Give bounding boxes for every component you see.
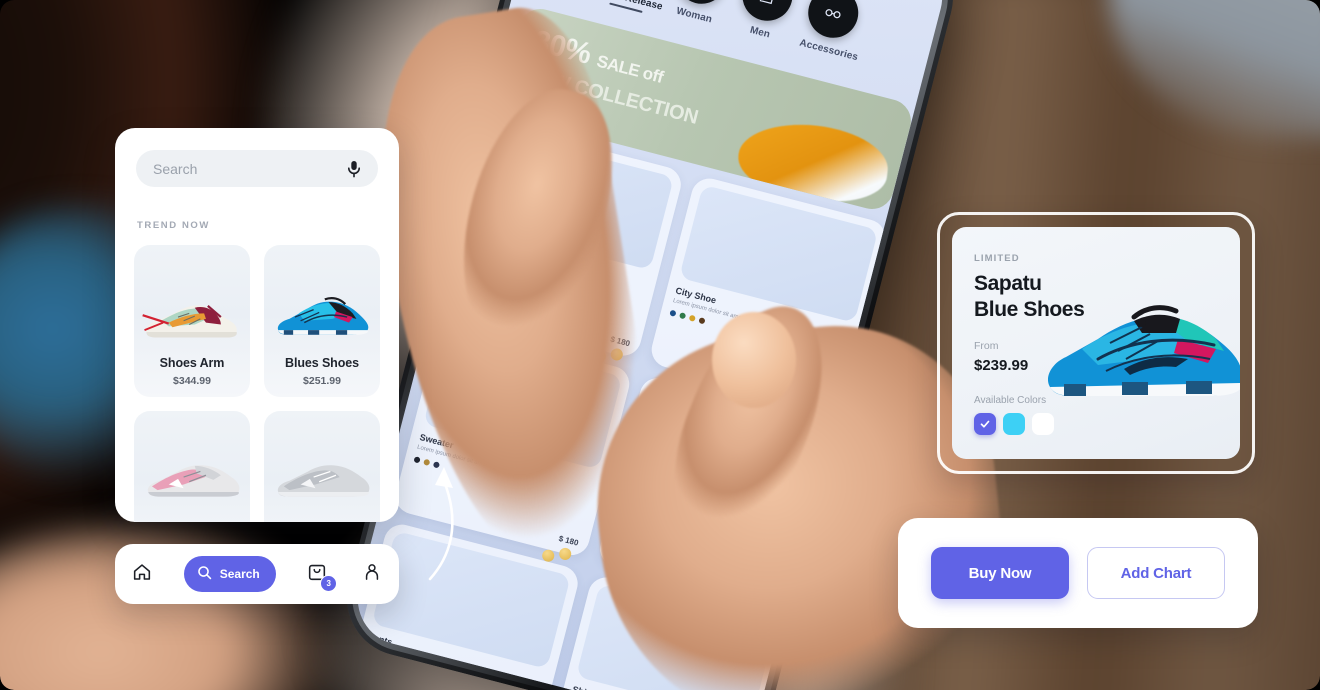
product-eyebrow-label: LIMITED — [974, 253, 1020, 264]
phone-category-woman[interactable]: Woman — [665, 0, 736, 32]
phone-category-accessories[interactable]: Accessories — [797, 0, 868, 67]
search-field-wrapper[interactable] — [136, 150, 378, 187]
phone-category-men[interactable]: Men — [731, 0, 802, 50]
glasses-icon — [802, 0, 864, 44]
product-card[interactable] — [134, 411, 250, 522]
nav-search-label: Search — [219, 567, 260, 581]
blue-nike-react-sneaker-image — [1048, 305, 1240, 396]
search-panel: TREND NOW Shoes Arm $344.99 — [115, 128, 399, 522]
curved-arrow-icon — [428, 467, 454, 581]
phone-category-new-release[interactable]: New Release — [600, 0, 671, 15]
category-label: Men — [748, 24, 772, 41]
grey-white-sneaker-image — [277, 465, 370, 497]
check-icon — [980, 420, 990, 428]
bag-badge-count: 3 — [320, 575, 338, 592]
price-from-label: From — [974, 340, 999, 352]
available-colors-label: Available Colors — [974, 395, 1047, 406]
product-name: Blues Shoes — [285, 356, 359, 370]
shirt-icon — [736, 0, 798, 27]
home-icon — [131, 561, 153, 588]
color-swatch-purple[interactable] — [974, 413, 996, 435]
microphone-icon[interactable] — [345, 160, 363, 178]
trend-section-label: TREND NOW — [137, 220, 210, 231]
product-detail-frame: LIMITED Sapatu Blue Shoes From $239.99 A… — [937, 212, 1255, 474]
banner-sale-label: SALE off — [594, 51, 666, 87]
white-multicolor-sneaker-image — [142, 305, 237, 338]
trend-product-grid: Shoes Arm $344.99 Blues Shoes $251.99 — [134, 245, 380, 522]
search-icon — [196, 564, 213, 584]
product-card[interactable]: Shoes Arm $344.99 — [134, 245, 250, 397]
color-swatch-white[interactable] — [1032, 413, 1054, 435]
color-swatch-group — [974, 413, 1054, 435]
nav-profile-button[interactable] — [359, 561, 385, 587]
screenshot-stage: Categories Popular New Release — [0, 0, 1320, 690]
fingertip — [712, 312, 796, 408]
blue-react-sneaker-image — [277, 297, 369, 335]
product-detail-price: $239.99 — [974, 357, 1029, 374]
product-price: $251.99 — [303, 375, 341, 387]
buy-now-button[interactable]: Buy Now — [931, 547, 1069, 599]
color-swatch-cyan[interactable] — [1003, 413, 1025, 435]
bottom-navigation-bar: Search 3 — [115, 544, 399, 604]
product-card[interactable]: Blues Shoes $251.99 — [264, 245, 380, 397]
nav-search-button[interactable]: Search — [183, 556, 276, 592]
action-bar: Buy Now Add Chart — [898, 518, 1258, 628]
person-icon — [362, 561, 382, 588]
product-card[interactable] — [264, 411, 380, 522]
product-detail-card: LIMITED Sapatu Blue Shoes From $239.99 A… — [952, 227, 1240, 459]
category-label: Woman — [675, 5, 714, 26]
product-price: $344.99 — [173, 375, 211, 387]
search-input[interactable] — [151, 159, 345, 178]
nav-bag-button[interactable]: 3 — [304, 561, 338, 592]
add-chart-button[interactable]: Add Chart — [1087, 547, 1225, 599]
product-name: Shoes Arm — [159, 356, 225, 370]
category-label: Accessories — [798, 37, 860, 64]
pink-grey-sneaker-image — [147, 465, 240, 497]
nav-home-button[interactable] — [129, 561, 155, 587]
